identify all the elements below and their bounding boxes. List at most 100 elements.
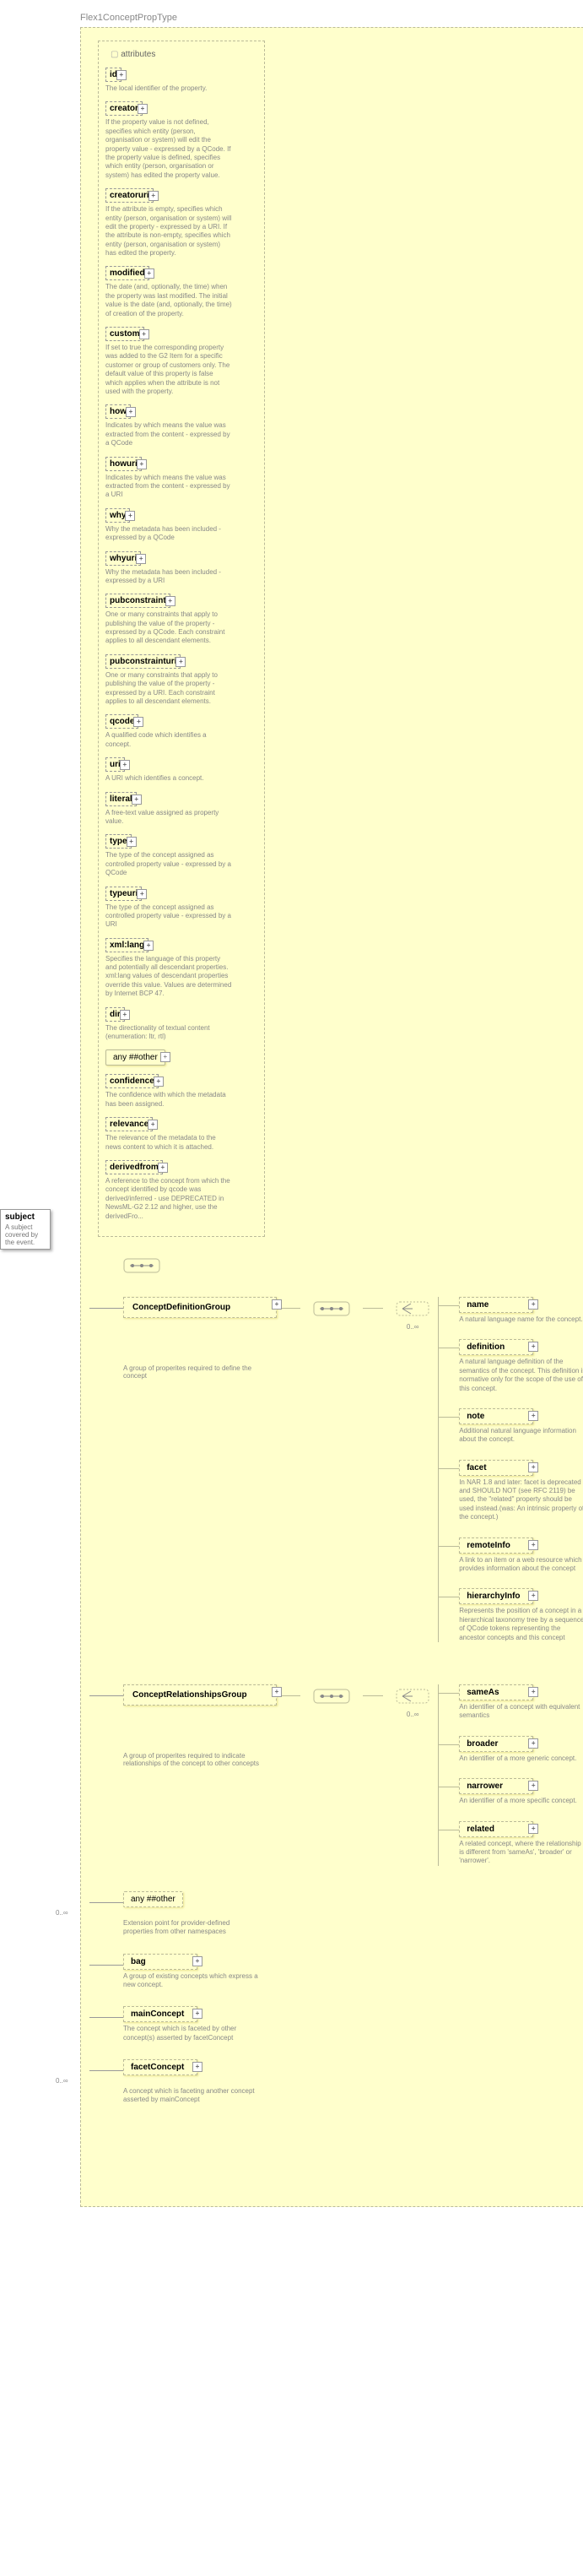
attr-creator: creator+ (105, 101, 143, 116)
expand-icon[interactable]: + (528, 1591, 538, 1601)
expand-icon[interactable]: + (272, 1299, 282, 1310)
attr-pubconstrainturi: pubconstrainturi+ (105, 654, 181, 669)
expand-icon[interactable]: + (139, 329, 149, 339)
attr-desc: The type of the concept assigned as cont… (105, 903, 232, 930)
attr-desc: The type of the concept assigned as cont… (105, 851, 232, 877)
expand-icon[interactable]: + (154, 1076, 164, 1087)
subject-desc: A subject covered by the event. (5, 1223, 46, 1246)
expand-icon[interactable]: + (120, 1010, 130, 1020)
any-card: 0..∞ (56, 1909, 191, 1917)
element-desc: A related concept, where the relationshi… (459, 1840, 583, 1866)
attr-desc: A URI which identifies a concept. (105, 774, 232, 783)
expand-icon[interactable]: + (137, 889, 147, 899)
element-definition: definition+ (459, 1339, 533, 1355)
expand-icon[interactable]: + (133, 717, 143, 727)
element-desc: An identifier of a more generic concept. (459, 1754, 583, 1763)
facet-concept-label: facetConcept (131, 2063, 184, 2072)
attr-why: why+ (105, 508, 130, 523)
attr-desc: Why the metadata has been included - exp… (105, 525, 232, 543)
expand-icon[interactable]: + (528, 1738, 538, 1749)
expand-icon[interactable]: + (528, 1411, 538, 1421)
attr-whyuri: whyuri+ (105, 551, 141, 566)
expand-icon[interactable]: + (165, 596, 175, 606)
element-remoteInfo: remoteInfo+ (459, 1537, 533, 1554)
attr-desc: A reference to the concept from which th… (105, 1177, 232, 1221)
element-facet: facet+ (459, 1460, 533, 1476)
concept-relationships-group: ConceptRelationshipsGroup + (123, 1684, 277, 1706)
element-sameAs: sameAs+ (459, 1684, 533, 1700)
attr-desc: The local identifier of the property. (105, 84, 232, 93)
attributes-panel: attributes id+The local identifier of th… (98, 41, 265, 1237)
expand-icon[interactable]: + (528, 1299, 538, 1310)
expand-icon[interactable]: + (127, 837, 137, 847)
element-name: name+ (459, 1297, 533, 1313)
attr-desc: A free-text value assigned as property v… (105, 809, 232, 827)
expand-icon[interactable]: + (192, 2062, 202, 2072)
expand-icon[interactable]: + (158, 1163, 168, 1173)
element-desc: A link to an item or a web resource whic… (459, 1556, 583, 1574)
expand-icon[interactable]: + (120, 760, 130, 770)
attr-desc: The confidence with which the metadata h… (105, 1091, 232, 1109)
expand-icon[interactable]: + (528, 1540, 538, 1550)
attr-type: type+ (105, 834, 132, 849)
expand-icon[interactable]: + (143, 941, 154, 951)
attr-desc: One or many constraints that apply to pu… (105, 610, 232, 646)
expand-icon[interactable]: + (160, 1052, 170, 1062)
attr-desc: The directionality of textual content (e… (105, 1024, 232, 1042)
expand-icon[interactable]: + (528, 1342, 538, 1352)
expand-icon[interactable]: + (136, 554, 146, 564)
expand-icon[interactable]: + (528, 1824, 538, 1834)
attr-desc: Specifies the language of this property … (105, 955, 232, 999)
expand-icon[interactable]: + (192, 2009, 202, 2019)
expand-icon[interactable]: + (148, 191, 159, 201)
main-concept-element: mainConcept + (123, 2006, 197, 2022)
group1-label: ConceptDefinitionGroup (132, 1303, 230, 1312)
expand-icon[interactable]: + (132, 794, 142, 805)
cardinality: 0..∞ (407, 1711, 419, 1718)
expand-icon[interactable]: + (528, 1781, 538, 1791)
group2-desc: A group of properites required to indica… (123, 1752, 267, 1767)
expand-icon[interactable]: + (272, 1687, 282, 1697)
main-concept-desc: The concept which is faceted by other co… (123, 2025, 258, 2042)
any-desc: Extension point for provider-defined pro… (123, 1919, 258, 1937)
attr-uri: uri+ (105, 757, 125, 772)
attr-qcode: qcode+ (105, 714, 138, 729)
attr-typeuri: typeuri+ (105, 887, 142, 901)
expand-icon[interactable]: + (126, 407, 136, 417)
any-other-element: any ##other (123, 1891, 183, 1907)
expand-icon[interactable]: + (528, 1687, 538, 1697)
attr-desc: If the attribute is empty, specifies whi… (105, 205, 232, 258)
attr-creatoruri: creatoruri+ (105, 188, 154, 203)
main-concept-label: mainConcept (131, 2009, 184, 2019)
expand-icon[interactable]: + (138, 104, 148, 114)
element-narrower: narrower+ (459, 1778, 533, 1794)
expand-icon[interactable]: + (528, 1462, 538, 1472)
facet-concept-desc: A concept which is faceting another conc… (123, 2087, 258, 2105)
expand-icon[interactable]: + (148, 1120, 158, 1130)
attr-desc: One or many constraints that apply to pu… (105, 671, 232, 707)
expand-icon[interactable]: + (137, 459, 147, 469)
element-desc: A natural language name for the concept. (459, 1315, 583, 1324)
expand-icon[interactable]: + (175, 657, 186, 667)
sequence-icon (313, 1297, 350, 1321)
expand-icon[interactable]: + (116, 70, 127, 80)
expand-icon[interactable]: + (125, 511, 135, 521)
facet-concept-element: facetConcept + (123, 2059, 197, 2075)
concept-definition-group: ConceptDefinitionGroup + (123, 1297, 277, 1318)
element-desc: A natural language definition of the sem… (459, 1358, 583, 1393)
choice-icon: 0..∞ (396, 1297, 429, 1321)
attr-desc: Why the metadata has been included - exp… (105, 568, 232, 586)
attr-pubconstraint: pubconstraint+ (105, 594, 170, 608)
expand-icon[interactable]: + (144, 268, 154, 279)
sequence-icon (123, 1254, 160, 1280)
group2-label: ConceptRelationshipsGroup (132, 1690, 247, 1700)
element-note: note+ (459, 1408, 533, 1424)
cardinality: 0..∞ (407, 1323, 419, 1331)
type-panel: attributes id+The local identifier of th… (80, 27, 583, 2207)
attr-how: how+ (105, 404, 131, 419)
expand-icon[interactable]: + (192, 1956, 202, 1966)
attr-relevance: relevance+ (105, 1117, 153, 1131)
attr-desc: Indicates by which means the value was e… (105, 474, 232, 500)
element-hierarchyInfo: hierarchyInfo+ (459, 1588, 533, 1604)
attr-modified: modified+ (105, 266, 149, 280)
